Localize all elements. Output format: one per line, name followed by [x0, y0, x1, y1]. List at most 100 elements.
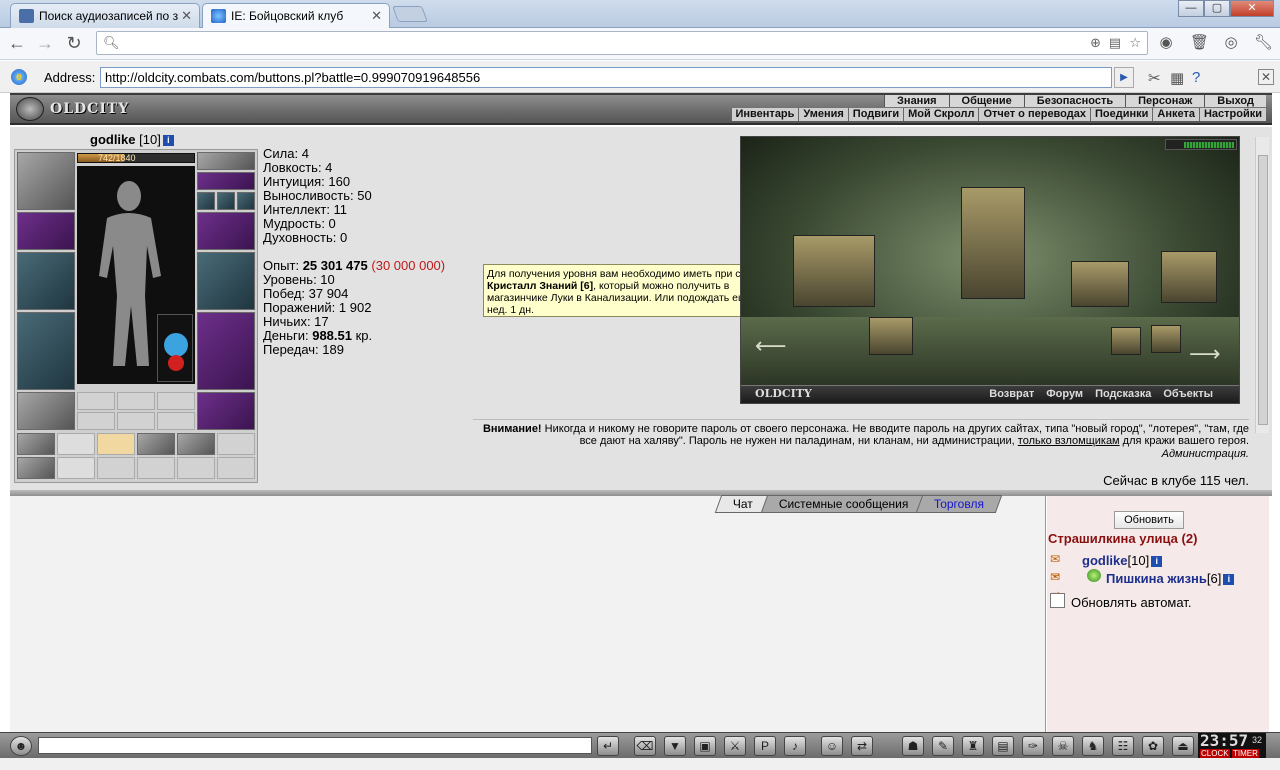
close-icon[interactable]: ✕ [181, 8, 192, 24]
forward-icon[interactable]: → [34, 32, 56, 54]
inventory-empty[interactable] [177, 457, 215, 479]
go-icon[interactable]: ▶ [1114, 67, 1134, 88]
player-entry[interactable]: Пишкина жизнь[6] i [1106, 571, 1235, 586]
ie-tab-icon[interactable]: ◉ [1157, 34, 1175, 52]
character-name[interactable]: godlike [10] i [90, 132, 174, 147]
inventory-item[interactable] [97, 433, 135, 455]
reload-icon[interactable]: ↻ [63, 32, 85, 54]
menu-item-exit[interactable]: Выход [1204, 95, 1266, 107]
address-input[interactable]: http://oldcity.combats.com/buttons.pl?ba… [100, 67, 1112, 88]
armor-slot[interactable] [17, 312, 75, 390]
brush-icon[interactable]: ✎ [932, 736, 954, 756]
inventory-item[interactable] [17, 433, 55, 455]
inventory-empty[interactable] [217, 433, 255, 455]
main-scrollbar[interactable] [1255, 137, 1269, 433]
inventory-empty[interactable] [217, 457, 255, 479]
chat-input[interactable] [38, 737, 592, 754]
paw-icon[interactable]: ✿ [1142, 736, 1164, 756]
hackers-link[interactable]: только взломщикам [1018, 435, 1120, 447]
submenu-item-profile[interactable]: Анкета [1152, 108, 1199, 121]
building-right[interactable] [1071, 261, 1129, 307]
private-message-icon[interactable]: ✉︎→ [1050, 570, 1070, 598]
tools-icon[interactable]: ✂ [1148, 69, 1161, 87]
building-small[interactable] [1151, 325, 1181, 353]
inventory-item[interactable] [57, 433, 95, 455]
close-icon[interactable]: ✕ [371, 8, 382, 24]
ring-slot[interactable] [157, 392, 195, 410]
private-icon[interactable]: P [754, 736, 776, 756]
menu-item-security[interactable]: Безопасность [1023, 95, 1126, 107]
menu-item-communication[interactable]: Общение [948, 95, 1024, 107]
bag-icon[interactable]: ♜ [962, 736, 984, 756]
inventory-item[interactable] [17, 457, 55, 479]
shield-slot[interactable] [197, 252, 255, 310]
rune-slot[interactable] [157, 412, 195, 430]
helmet-slot[interactable] [17, 152, 75, 210]
weapon-slot[interactable] [17, 252, 75, 310]
scene-link-hint[interactable]: Подсказка [1095, 388, 1151, 400]
building-far-right[interactable] [1161, 251, 1217, 303]
ring-slot[interactable] [237, 192, 255, 210]
chest-icon[interactable]: ▤ [992, 736, 1014, 756]
boots-slot[interactable] [197, 392, 255, 430]
browser-tab-audio-search[interactable]: Поиск аудиозаписей по з ✕ [10, 3, 200, 28]
close-icon[interactable]: ✕ [1258, 69, 1274, 85]
save-icon[interactable]: ▣ [694, 736, 716, 756]
eraser-icon[interactable]: ⌫ [634, 736, 656, 756]
right-arrow-icon[interactable]: ⟶ [1189, 341, 1221, 367]
filter-icon[interactable]: ▼ [664, 736, 686, 756]
scroll-icon[interactable]: ✑ [1022, 736, 1044, 756]
belt-slot[interactable] [17, 392, 75, 430]
send-icon[interactable]: ↵ [597, 736, 619, 756]
hood-icon[interactable]: ☗ [902, 736, 924, 756]
auto-refresh-checkbox[interactable] [1050, 593, 1065, 608]
mask-icon[interactable]: ☠ [1052, 736, 1074, 756]
submenu-item-fights[interactable]: Поединки [1089, 108, 1152, 121]
ring-slot[interactable] [77, 392, 115, 410]
browser-tab-fight-club[interactable]: IE: Бойцовский клуб ✕ [202, 3, 390, 28]
trash-icon[interactable]: 🗑︎ [1190, 34, 1209, 52]
new-tab-button[interactable] [392, 6, 428, 22]
ring-slot[interactable] [117, 392, 155, 410]
compat-icon[interactable]: ▦ [1170, 69, 1184, 87]
info-icon[interactable]: i [162, 135, 174, 146]
tab-system-messages[interactable]: Системные сообщения [760, 495, 927, 513]
private-message-icon[interactable]: ✉︎→ [1050, 552, 1070, 580]
refresh-button[interactable]: Обновить [1114, 511, 1184, 529]
rune-slot[interactable] [117, 412, 155, 430]
wrench-icon[interactable]: 🔧︎ [1254, 34, 1273, 52]
pet-slot[interactable] [157, 314, 193, 382]
help-icon[interactable]: ? [1192, 69, 1200, 86]
window-close-button[interactable]: ✕ [1230, 0, 1274, 17]
menu-item-knowledge[interactable]: Знания [884, 95, 949, 107]
submenu-item-scroll[interactable]: Мой Скролл [903, 108, 978, 121]
star-icon[interactable]: ☆ [1129, 35, 1141, 51]
info-icon[interactable]: i [1151, 556, 1163, 567]
gloves-slot[interactable] [197, 212, 255, 250]
zoom-icon[interactable]: ⊕ [1090, 35, 1101, 51]
bracers-slot[interactable] [17, 212, 75, 250]
smiley-icon[interactable]: ☺ [821, 736, 843, 756]
scene-link-forum[interactable]: Форум [1046, 388, 1083, 400]
exit-icon[interactable]: ⏏ [1172, 736, 1194, 756]
stop-icon[interactable]: ◎ [1222, 34, 1240, 52]
building-small[interactable] [1111, 327, 1141, 355]
scene-link-objects[interactable]: Объекты [1163, 388, 1213, 400]
building-left[interactable] [793, 235, 875, 307]
chat-area[interactable]: Чат Системные сообщения Торговля [10, 495, 1046, 732]
sound-icon[interactable]: ♪ [784, 736, 806, 756]
submenu-item-feats[interactable]: Подвиги [847, 108, 903, 121]
rune-slot[interactable] [77, 412, 115, 430]
player-entry[interactable]: godlike[10] i [1082, 553, 1163, 568]
submenu-item-skills[interactable]: Умения [798, 108, 847, 121]
fighter-icon[interactable]: ⚔ [724, 736, 746, 756]
building-front[interactable] [869, 317, 913, 355]
page-icon[interactable]: ▤ [1109, 35, 1121, 51]
character-silhouette[interactable] [77, 166, 195, 384]
tab-trade[interactable]: Торговля [916, 495, 1003, 513]
inventory-empty[interactable] [137, 457, 175, 479]
ring-slot[interactable] [217, 192, 235, 210]
ring-slot[interactable] [197, 192, 215, 210]
inventory-item[interactable] [57, 457, 95, 479]
submenu-item-transfers[interactable]: Отчет о переводах [978, 108, 1090, 121]
